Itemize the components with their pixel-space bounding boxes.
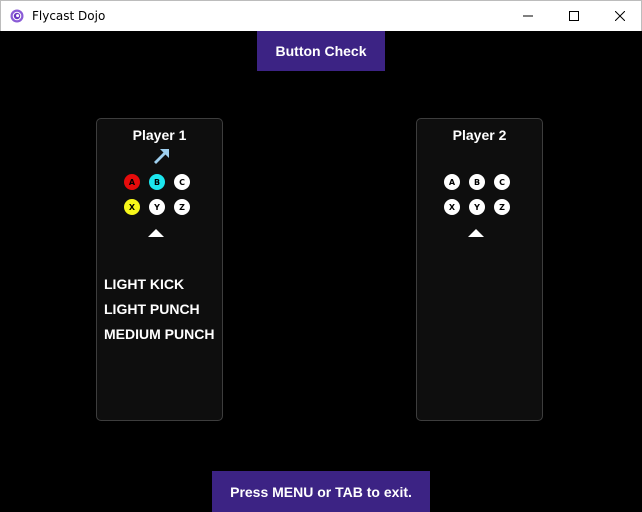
p2-button-z: Z — [494, 199, 510, 215]
p1-button-a: A — [124, 174, 140, 190]
exit-hint-button[interactable]: Press MENU or TAB to exit. — [212, 471, 430, 512]
player-2-panel: Player 2 A B C X Y Z — [416, 118, 543, 421]
p1-button-y: Y — [149, 199, 165, 215]
maximize-icon — [569, 11, 579, 21]
p2-button-b: B — [469, 174, 485, 190]
up-right-arrow-icon — [154, 149, 169, 164]
p1-button-x: X — [124, 199, 140, 215]
start-triangle-icon — [468, 229, 484, 237]
title-bar[interactable]: Flycast Dojo — [0, 0, 642, 31]
flycast-app-icon — [10, 9, 24, 23]
button-check-screen: Button Check Player 1 A B C X Y Z LIGHT … — [1, 31, 641, 512]
close-icon — [615, 11, 625, 21]
minimize-button[interactable] — [505, 1, 551, 31]
p2-button-a: A — [444, 174, 460, 190]
player-1-panel: Player 1 A B C X Y Z LIGHT KICK LIGHT PU… — [96, 118, 223, 421]
player-2-title: Player 2 — [452, 127, 507, 143]
p1-action-light-kick: LIGHT KICK — [104, 276, 185, 292]
button-check-title[interactable]: Button Check — [257, 31, 385, 71]
p1-button-z: Z — [174, 199, 190, 215]
p1-button-b: B — [149, 174, 165, 190]
start-triangle-icon — [148, 229, 164, 237]
p1-button-c: C — [174, 174, 190, 190]
p2-button-y: Y — [469, 199, 485, 215]
window-title: Flycast Dojo — [32, 9, 106, 23]
p1-action-light-punch: LIGHT PUNCH — [104, 301, 200, 317]
p2-button-c: C — [494, 174, 510, 190]
player-1-title: Player 1 — [132, 127, 187, 143]
p1-action-medium-punch: MEDIUM PUNCH — [104, 326, 215, 342]
minimize-icon — [523, 15, 533, 17]
p2-button-x: X — [444, 199, 460, 215]
maximize-button[interactable] — [551, 1, 597, 31]
close-button[interactable] — [597, 1, 642, 31]
